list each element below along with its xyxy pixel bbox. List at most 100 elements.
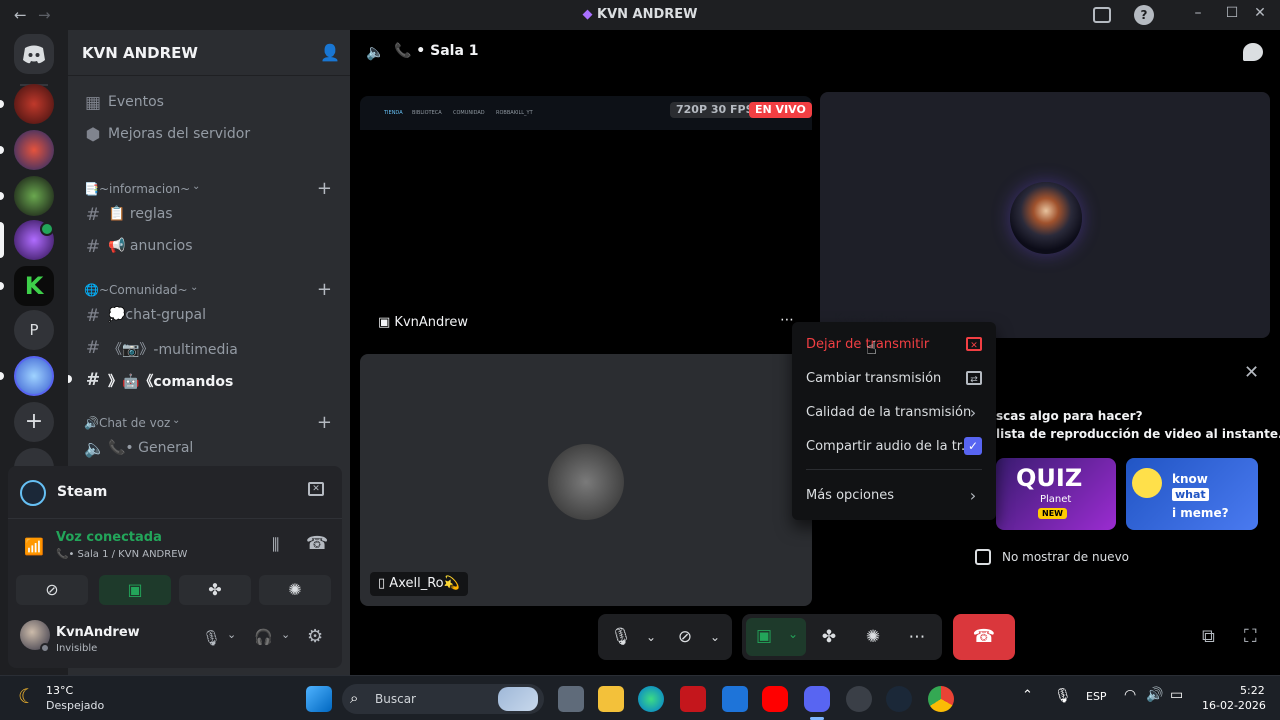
activity-card-quiz[interactable]: QUIZ Planet NEW [996,458,1116,530]
more-options-icon[interactable]: ⋯ [902,622,932,652]
microphone-icon[interactable]: 🎙 [202,629,221,647]
server-icon-p[interactable]: P [14,310,54,350]
minimize-button[interactable]: – [1188,5,1208,25]
language-indicator[interactable]: ESP [1086,690,1107,703]
chevron-down-icon[interactable]: ⌄ [227,628,236,641]
server-icon-kick[interactable]: K [14,266,54,306]
chevron-down-icon[interactable]: ⌄ [281,628,290,641]
wifi-icon[interactable]: ◠ [1124,687,1136,703]
close-icon[interactable]: ✕ [1244,362,1259,383]
battery-icon[interactable]: ▭ [1170,687,1183,703]
volume-icon[interactable]: 🔊 [1146,687,1163,703]
search-highlight-icon [498,687,538,711]
menu-item-change-stream[interactable]: Cambiar transmisión ⇄ [800,364,988,394]
sidebar-item-boosts[interactable]: ⬢ Mejoras del servidor [76,120,340,150]
discord-home-icon[interactable] [14,34,54,74]
search-icon: ⌕ [350,689,359,707]
channel-reglas[interactable]: # 📋 reglas [76,200,340,230]
add-server-icon[interactable]: + [14,402,54,442]
help-icon[interactable]: ? [1134,5,1154,25]
channel-anuncios[interactable]: # 📢 anuncios [76,232,340,262]
weather-temp[interactable]: 13°C [46,684,73,697]
soundboard-button[interactable]: ✺ [259,575,331,605]
chevron-down-icon[interactable]: ⌄ [636,622,666,652]
server-icon-nitro[interactable] [14,84,54,124]
activity-card[interactable]: Steam ✕ [8,466,342,518]
soundboard-icon[interactable]: ✺ [858,622,888,652]
steam-taskbar-icon[interactable] [886,686,912,712]
chrome-icon[interactable] [928,686,954,712]
voice-status-title[interactable]: Voz conectada [56,530,162,545]
add-channel-icon[interactable]: + [317,279,332,300]
category-chat-de-voz[interactable]: 🔊Chat de voz ⌄ + [76,412,340,434]
settings-app-icon[interactable] [846,686,872,712]
youtube-icon[interactable] [762,686,788,712]
activities-button[interactable]: ✤ [179,575,251,605]
server-header[interactable]: KVN ANDREW ⌄ 👤 [68,30,350,76]
stream-tile[interactable]: TIENDA BIBLIOTECA COMUNIDAD ROBBAKILL_YT… [360,96,812,338]
screen-share-button[interactable]: ▣ ⌄ [746,618,806,656]
sidebar-item-events[interactable]: ▦ Eventos [76,88,340,118]
screen-share-button[interactable]: ▣ [99,575,171,605]
chevron-down-icon[interactable]: ⌄ [181,44,191,58]
edge-icon[interactable] [638,686,664,712]
category-comunidad[interactable]: 🌐~Comunidad~ ⌄ + [76,279,340,301]
disconnect-button[interactable]: ☎ [953,614,1015,660]
clock-date[interactable]: 16-02-2026 [1202,699,1266,712]
quiz-tag: NEW [1038,508,1067,519]
dont-show-checkbox[interactable] [975,549,991,565]
menu-item-more-options[interactable]: Más opciones › [800,481,988,511]
server-icon-blue[interactable] [14,356,54,396]
unread-pill [0,100,4,108]
menu-item-stop-stream[interactable]: Dejar de transmitir ✕ [800,330,988,360]
close-window-button[interactable]: ✕ [1250,5,1270,25]
noise-suppression-icon[interactable]: ⫼ [272,535,279,555]
gear-icon[interactable]: ⚙ [307,626,323,647]
user-name[interactable]: KvnAndrew [56,625,140,640]
dont-show-label[interactable]: No mostrar de nuevo [1002,550,1129,564]
activity-card-meme[interactable]: know what i meme? [1126,458,1258,530]
add-member-icon[interactable]: 👤 [320,43,340,62]
disconnect-icon[interactable]: ☎ [306,533,328,554]
headphones-icon[interactable]: 🎧 [254,628,273,646]
add-channel-icon[interactable]: + [317,178,332,199]
windows-start-icon[interactable] [306,686,332,712]
server-icon-korn[interactable] [14,176,54,216]
voice-status-subtitle[interactable]: 📞• Sala 1 / KVN ANDREW [56,549,187,560]
channel-comandos[interactable]: # 》🤖《comandos [76,365,340,395]
channel-chat-grupal[interactable]: # 💭chat-grupal [76,301,340,331]
maximize-button[interactable]: ☐ [1222,5,1242,25]
stream-preview-text: COMUNIDAD [453,110,485,116]
camera-off-icon[interactable]: ⊘ [670,622,700,652]
discord-taskbar-icon[interactable] [804,686,830,712]
chevron-down-icon[interactable]: ⌄ [700,622,730,652]
file-explorer-icon[interactable] [598,686,624,712]
activities-icon[interactable]: ✤ [814,622,844,652]
search-box[interactable]: ⌕ Buscar [342,684,544,714]
camera-off-button[interactable]: ⊘ [16,575,88,605]
task-view-icon[interactable] [558,686,584,712]
clock-time[interactable]: 5:22 [1240,684,1265,697]
voice-channel-general[interactable]: 🔈 📞• General [76,434,340,464]
chat-icon[interactable] [1243,43,1263,61]
user-tile-axell[interactable]: ▯ Axell_Ro💫 [360,354,812,606]
menu-item-stream-quality[interactable]: Calidad de la transmisión › [800,398,988,428]
add-channel-icon[interactable]: + [317,412,332,433]
popout-icon[interactable]: ⧉ [1202,626,1215,647]
checkbox-checked-icon: ✓ [964,437,982,455]
chevron-up-icon[interactable]: ⌃ [1022,688,1033,703]
microphone-icon[interactable]: 🎙 [1054,688,1072,704]
server-icon-nojasd[interactable] [14,130,54,170]
fullscreen-icon[interactable]: ⛶ [1244,626,1257,647]
menu-item-share-audio[interactable]: Compartir audio de la tr... ✓ [800,432,988,462]
outlook-icon[interactable] [722,686,748,712]
hashtag-icon: # [85,370,101,390]
stop-stream-icon[interactable]: ✕ [308,482,324,496]
channel-multimedia[interactable]: # 《📷》-multimedia [76,333,340,363]
category-informacion[interactable]: 📑~informacion~ ⌄ + [76,178,340,200]
mcafee-icon[interactable] [680,686,706,712]
weather-text[interactable]: Despejado [46,699,104,712]
inbox-icon[interactable] [1093,7,1111,23]
user-tile[interactable]: KvnAndrew [820,92,1270,338]
microphone-icon[interactable]: 🎙 [606,622,636,652]
